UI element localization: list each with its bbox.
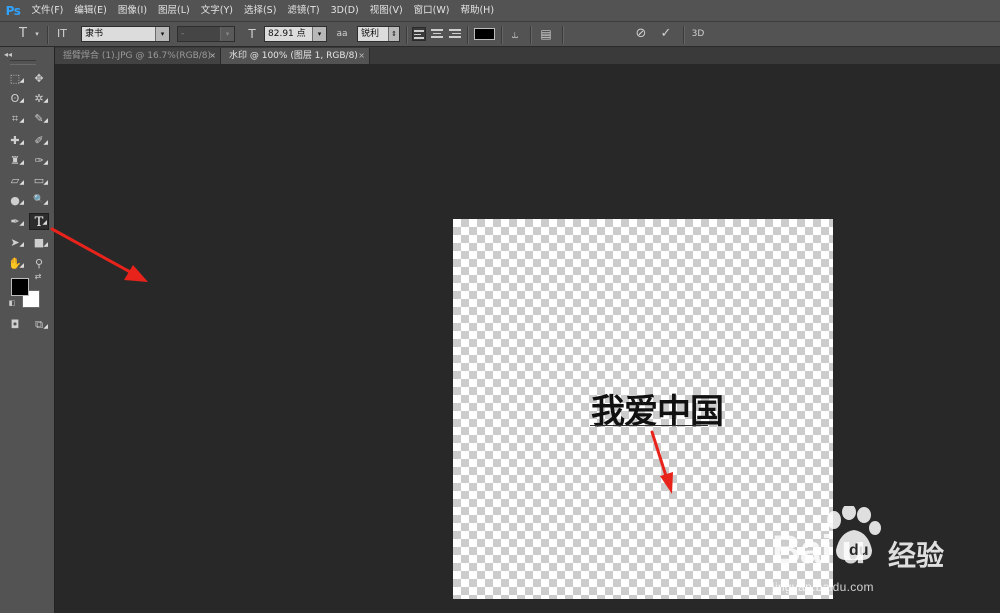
watermark-url: jingyan.baidu.com xyxy=(772,580,874,594)
baidu-jingyan-watermark: du Bai u 经验 jingyan.baidu.com xyxy=(760,500,1000,613)
watermark-product: 经验 xyxy=(888,539,945,572)
arrow-to-type-tool xyxy=(50,227,148,282)
arrow-to-text-baseline xyxy=(650,430,673,494)
watermark-brand: Bai u xyxy=(772,528,866,572)
foreground-color-swatch[interactable] xyxy=(11,278,29,296)
